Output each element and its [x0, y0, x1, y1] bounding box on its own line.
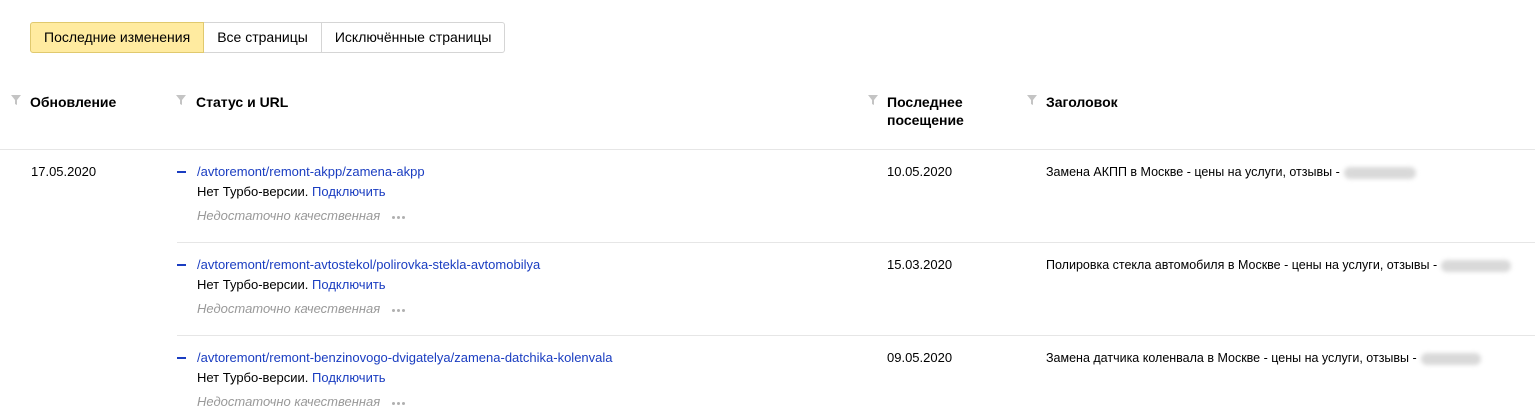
column-header-status-url: Статус и URL [175, 93, 288, 111]
column-label-last-visit: Последнее посещение [887, 94, 964, 128]
tab-all-pages[interactable]: Все страницы [204, 22, 322, 53]
table-row: /avtoremont/remont-akpp/zamena-akpp Нет … [197, 164, 425, 225]
column-label-title: Заголовок [1046, 94, 1118, 110]
page-title-cell: Полировка стекла автомобиля в Москве - ц… [1046, 257, 1512, 273]
collapse-icon[interactable] [177, 357, 186, 359]
quality-status: Недостаточно качественная [197, 208, 425, 225]
connect-turbo-link[interactable]: Подключить [312, 277, 386, 292]
page-title-cell: Замена датчика коленвала в Москве - цены… [1046, 350, 1481, 366]
row-divider [177, 335, 1535, 336]
turbo-status: Нет Турбо-версии. Подключить [197, 370, 613, 386]
column-header-update: Обновление [10, 93, 116, 111]
more-icon[interactable] [391, 395, 407, 410]
quality-status-text: Недостаточно качественная [197, 208, 381, 223]
column-header-title: Заголовок [1026, 93, 1118, 111]
page-title-text: Полировка стекла автомобиля в Москве - ц… [1046, 258, 1438, 272]
page-title-text: Замена датчика коленвала в Москве - цены… [1046, 351, 1417, 365]
page-url-link[interactable]: /avtoremont/remont-benzinovogo-dvigately… [197, 350, 613, 365]
more-icon[interactable] [391, 302, 407, 318]
filter-icon[interactable] [175, 94, 187, 106]
page-url-link[interactable]: /avtoremont/remont-akpp/zamena-akpp [197, 164, 425, 179]
turbo-status: Нет Турбо-версии. Подключить [197, 277, 540, 293]
quality-status: Недостаточно качественная [197, 394, 613, 410]
turbo-status-text: Нет Турбо-версии. [197, 277, 309, 292]
tab-bar: Последние изменения Все страницы Исключё… [30, 22, 506, 53]
column-header-last-visit: Последнее посещение [867, 93, 982, 129]
turbo-status-text: Нет Турбо-версии. [197, 184, 309, 199]
last-visit-date: 15.03.2020 [887, 257, 953, 272]
turbo-status-text: Нет Турбо-версии. [197, 370, 309, 385]
last-visit-date: 10.05.2020 [887, 164, 953, 179]
blurred-domain [1420, 352, 1481, 365]
last-visit-date: 09.05.2020 [887, 350, 953, 365]
connect-turbo-link[interactable]: Подключить [312, 370, 386, 385]
blurred-domain [1343, 166, 1416, 179]
tab-recent-changes[interactable]: Последние изменения [30, 22, 205, 53]
blurred-domain [1441, 259, 1512, 272]
column-label-update: Обновление [30, 94, 117, 110]
collapse-icon[interactable] [177, 264, 186, 266]
column-label-status-url: Статус и URL [196, 94, 289, 110]
header-divider [0, 149, 1535, 150]
row-divider [177, 242, 1535, 243]
table-row: /avtoremont/remont-benzinovogo-dvigately… [197, 350, 613, 410]
page-url-link[interactable]: /avtoremont/remont-avtostekol/polirovka-… [197, 257, 540, 272]
filter-icon[interactable] [1026, 94, 1038, 106]
turbo-status: Нет Турбо-версии. Подключить [197, 184, 425, 200]
collapse-icon[interactable] [177, 171, 186, 173]
filter-icon[interactable] [867, 94, 879, 106]
tab-excluded-pages[interactable]: Исключённые страницы [321, 22, 506, 53]
update-date: 17.05.2020 [31, 164, 97, 179]
filter-icon[interactable] [10, 94, 22, 106]
page-title-cell: Замена АКПП в Москве - цены на услуги, о… [1046, 164, 1416, 180]
quality-status-text: Недостаточно качественная [197, 394, 381, 409]
more-icon[interactable] [391, 209, 407, 225]
page-title-text: Замена АКПП в Москве - цены на услуги, о… [1046, 165, 1340, 179]
quality-status: Недостаточно качественная [197, 301, 540, 318]
quality-status-text: Недостаточно качественная [197, 301, 381, 316]
connect-turbo-link[interactable]: Подключить [312, 184, 386, 199]
table-row: /avtoremont/remont-avtostekol/polirovka-… [197, 257, 540, 318]
